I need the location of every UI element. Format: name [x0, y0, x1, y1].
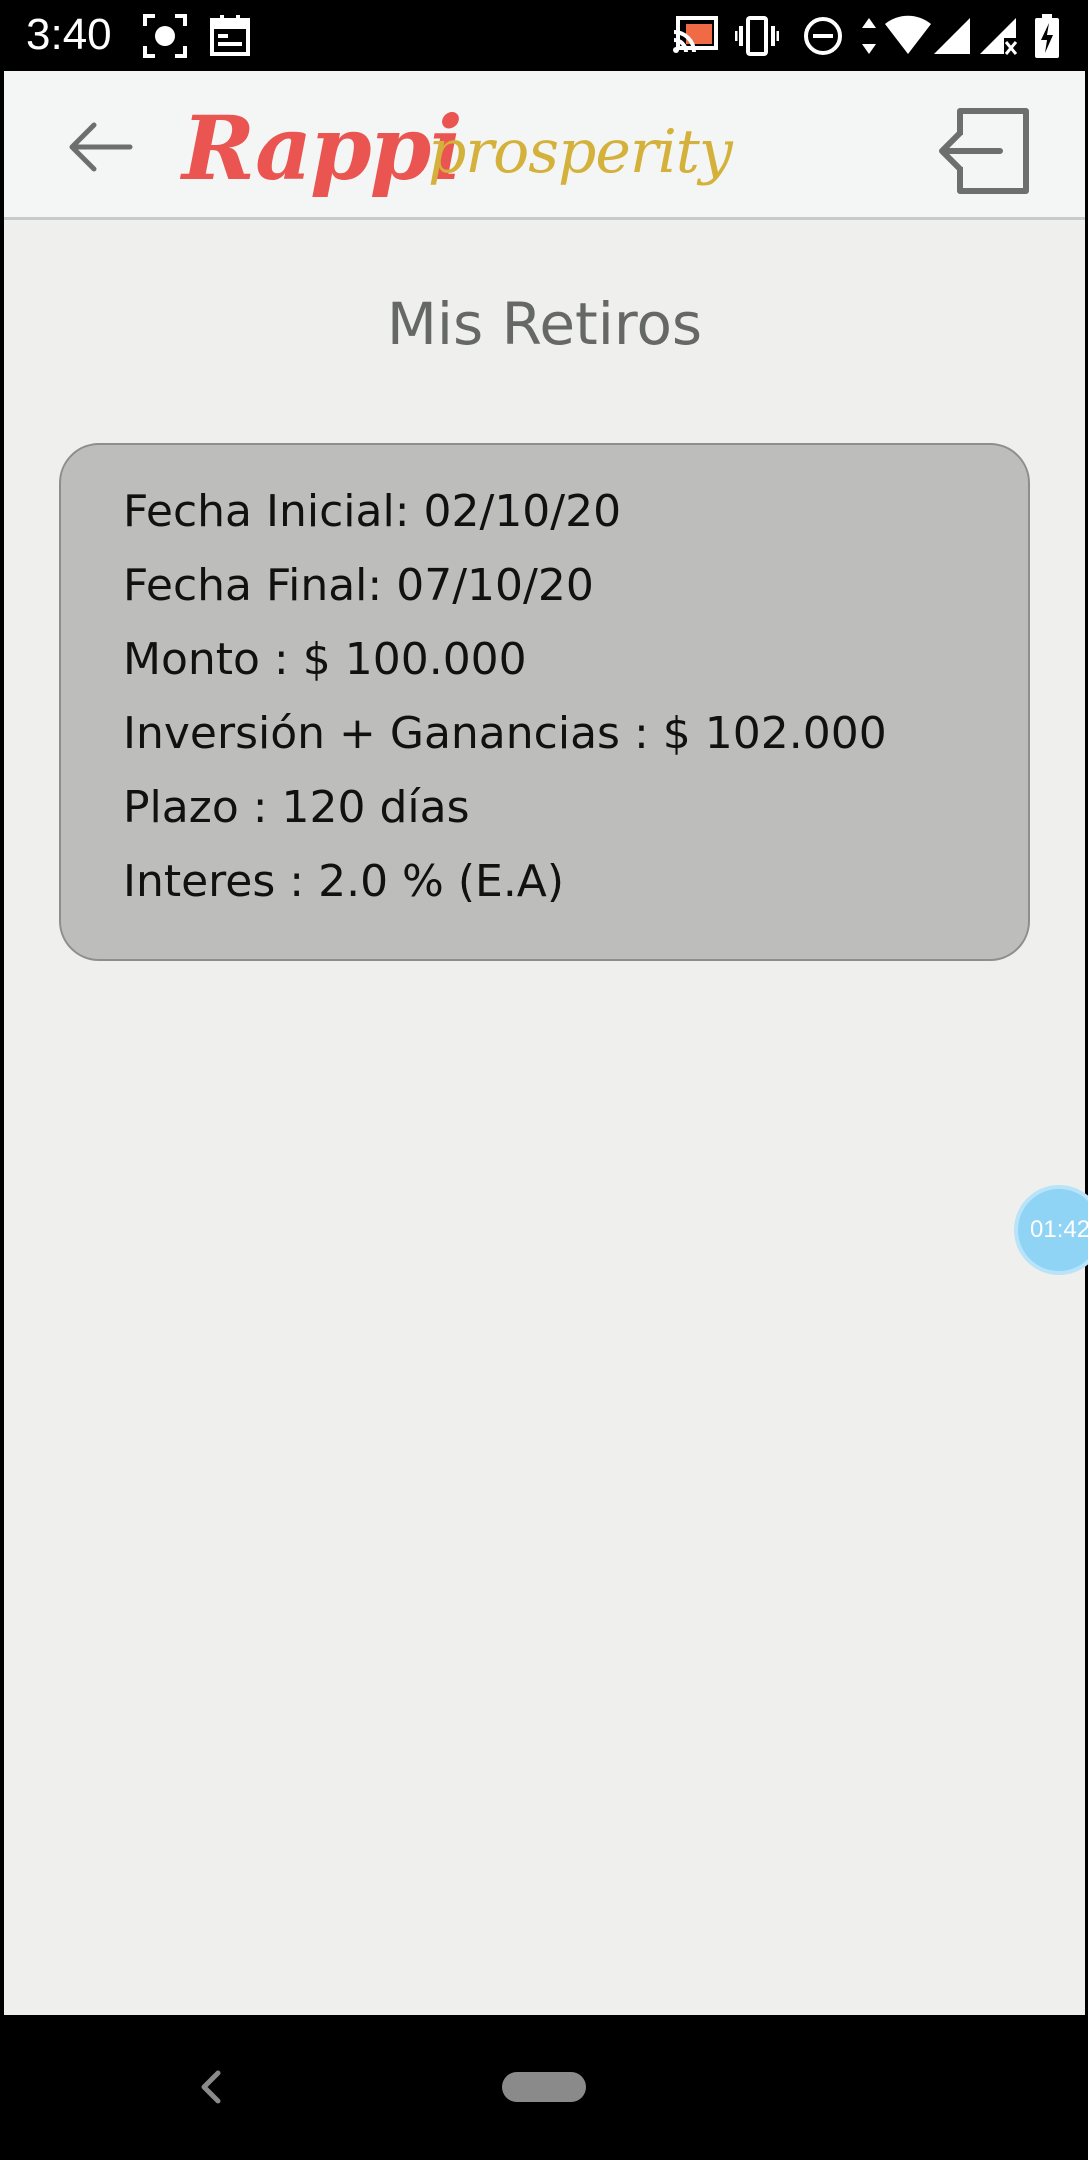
battery-charging-icon	[1035, 14, 1059, 58]
amount: Monto : $ 100.000	[123, 634, 527, 685]
status-time: 3:40	[26, 10, 112, 59]
investment-plus-gains: Inversión + Ganancias : $ 102.000	[123, 708, 887, 759]
status-bar: 3:40	[0, 0, 1088, 71]
nav-home-pill[interactable]	[502, 2072, 586, 2102]
cast-icon	[673, 16, 718, 53]
signal-icon	[934, 18, 970, 54]
data-arrows-icon	[862, 18, 876, 54]
rappi-prosperity-logo: Rappi prosperity	[182, 93, 742, 203]
calendar-icon	[210, 15, 250, 56]
logo-prosperity-text: prosperity	[428, 117, 733, 187]
logo-rappi-text: Rappi	[182, 96, 463, 200]
screenshot-icon	[143, 14, 187, 58]
timer-bubble[interactable]: 01:42	[1014, 1185, 1088, 1275]
arrow-left-icon[interactable]	[64, 117, 134, 177]
logout-icon[interactable]	[934, 105, 1034, 195]
app-header: Rappi prosperity	[4, 71, 1085, 220]
page-title: Mis Retiros	[386, 290, 703, 358]
start-date: Fecha Inicial: 02/10/20	[123, 486, 622, 537]
interest: Interes : 2.0 % (E.A)	[123, 856, 565, 907]
term: Plazo : 120 días	[123, 782, 470, 833]
withdrawal-card: Fecha Inicial: 02/10/20 Fecha Final: 07/…	[59, 443, 1030, 961]
no-signal-icon	[980, 18, 1018, 55]
wifi-icon	[885, 15, 931, 54]
nav-back-icon[interactable]	[196, 2067, 226, 2107]
end-date: Fecha Final: 07/10/20	[123, 560, 594, 611]
do-not-disturb-icon	[804, 17, 842, 55]
navigation-bar	[0, 2015, 1088, 2160]
app-screen: Rappi prosperity Mis Retiros Fecha Inici…	[4, 71, 1088, 2015]
vibrate-icon	[735, 16, 779, 56]
